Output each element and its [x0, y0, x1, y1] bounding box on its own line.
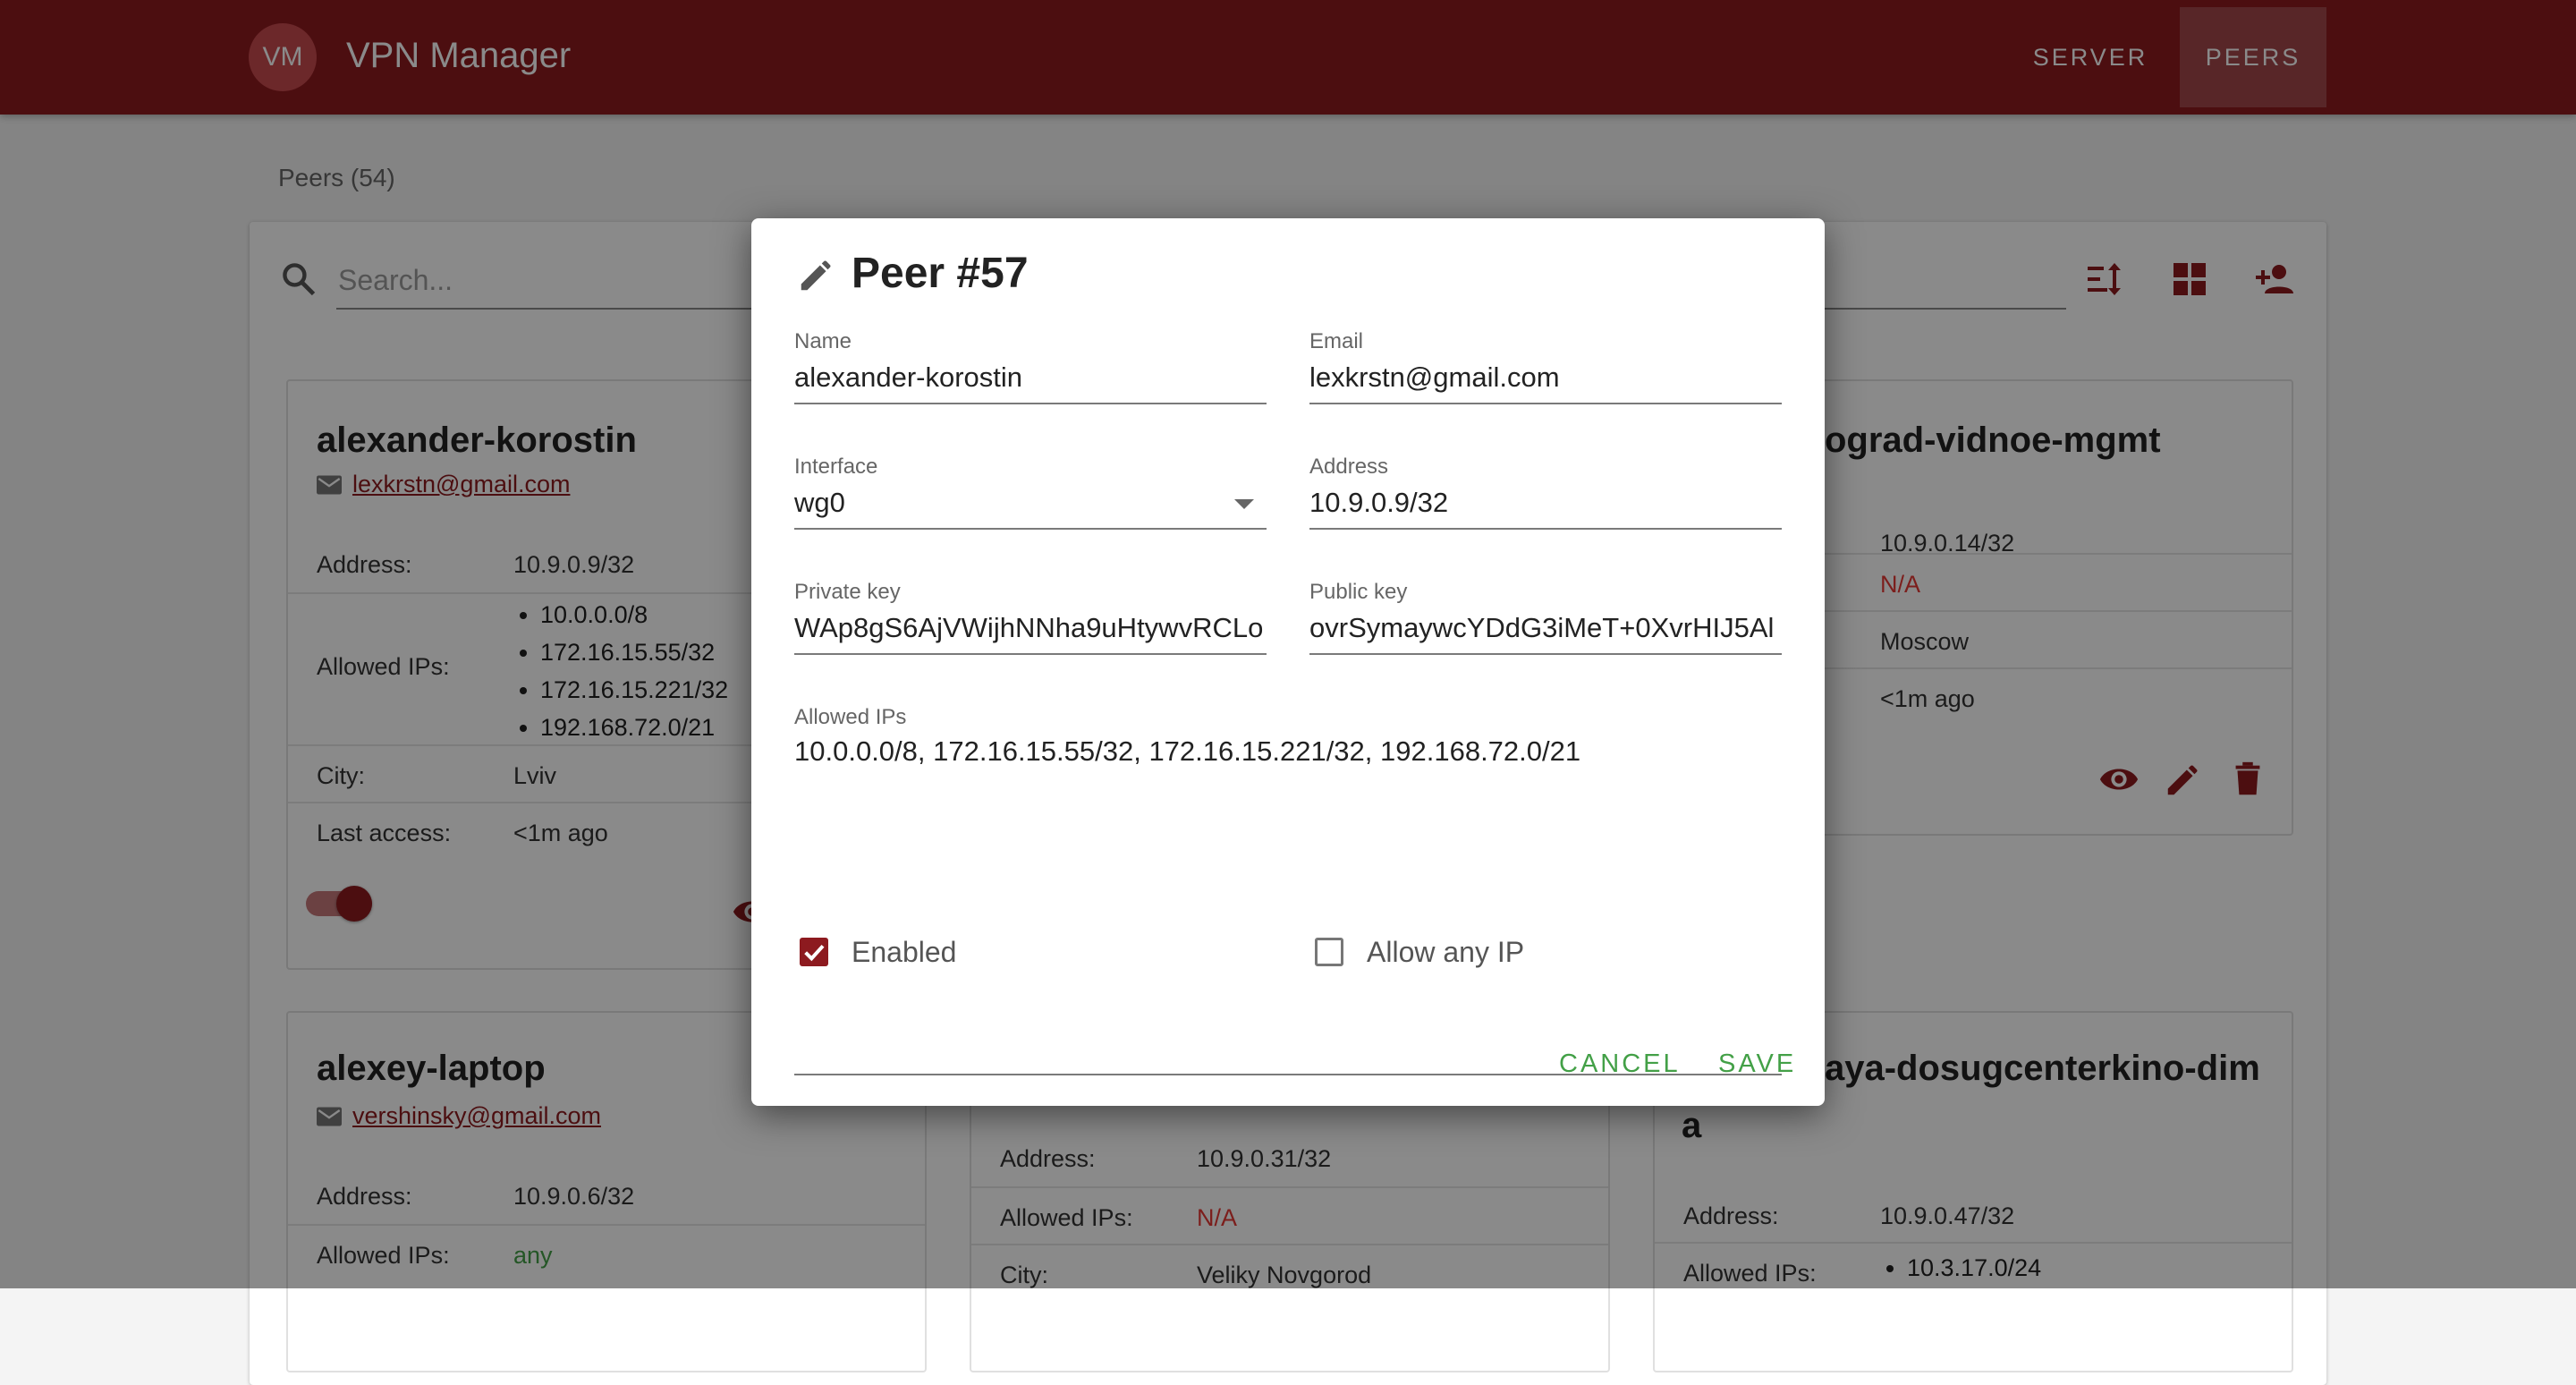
save-button[interactable]: SAVE	[1718, 1041, 1796, 1086]
private-key-field[interactable]: Private key WAp8gS6AjVWijhNNha9uHtywvRCL…	[794, 580, 1267, 655]
address-field-value[interactable]: 10.9.0.9/32	[1309, 487, 1782, 519]
public-key-field[interactable]: Public key ovrSymaywcYDdG3iMeT+0XvrHIJ5A…	[1309, 580, 1782, 655]
name-field-value[interactable]: alexander-korostin	[794, 361, 1267, 394]
enabled-checkbox-label[interactable]: Enabled	[852, 936, 956, 969]
email-field[interactable]: Email lexkrstn@gmail.com	[1309, 329, 1782, 404]
dropdown-caret-icon[interactable]	[1234, 499, 1254, 509]
allowed-ips-textarea-area: Allowed IPs 10.0.0.0/8, 172.16.15.55/32,…	[794, 705, 1782, 1075]
private-key-label: Private key	[794, 580, 901, 604]
edit-peer-dialog: Peer #57 Name alexander-korostin Email l…	[751, 218, 1825, 1106]
edit-icon	[801, 260, 831, 291]
interface-field-label: Interface	[794, 455, 878, 479]
checkbox-check-icon	[804, 944, 825, 962]
allowed-ips-field-label: Allowed IPs	[794, 705, 907, 729]
allow-any-ip-label[interactable]: Allow any IP	[1367, 936, 1524, 969]
dialog-title: Peer #57	[852, 250, 1029, 297]
public-key-value[interactable]: ovrSymaywcYDdG3iMeT+0XvrHIJ5Al	[1309, 612, 1782, 644]
allow-any-ip-checkbox[interactable]	[1315, 938, 1343, 966]
private-key-value[interactable]: WAp8gS6AjVWijhNNha9uHtywvRCLo	[794, 612, 1267, 644]
interface-select[interactable]: Interface wg0	[794, 455, 1267, 530]
address-field-label: Address	[1309, 455, 1389, 479]
allowed-ips-field-value[interactable]: 10.0.0.0/8, 172.16.15.55/32, 172.16.15.2…	[794, 735, 1580, 768]
name-field[interactable]: Name alexander-korostin	[794, 329, 1267, 404]
public-key-label: Public key	[1309, 580, 1408, 604]
address-field[interactable]: Address 10.9.0.9/32	[1309, 455, 1782, 530]
enabled-checkbox[interactable]	[800, 938, 828, 966]
email-field-value[interactable]: lexkrstn@gmail.com	[1309, 361, 1782, 394]
interface-field-value[interactable]: wg0	[794, 487, 1267, 519]
name-field-label: Name	[794, 329, 852, 353]
cancel-button[interactable]: CANCEL	[1559, 1041, 1681, 1086]
email-field-label: Email	[1309, 329, 1364, 353]
